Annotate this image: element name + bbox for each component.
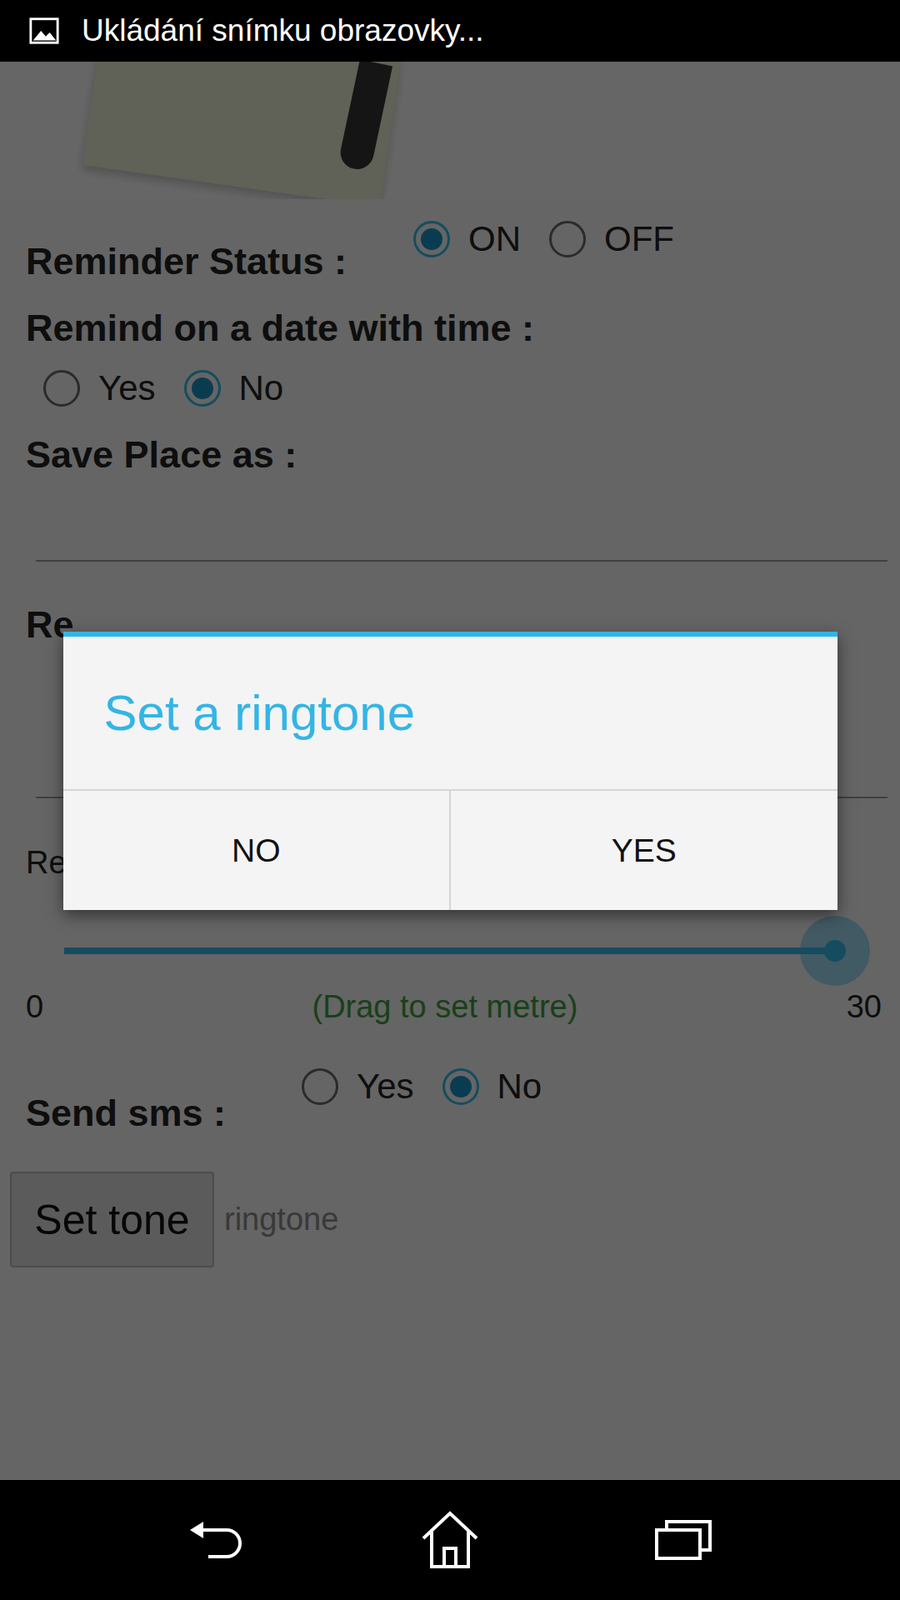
dialog-overlay: Set a ringtoneNOYES [0, 61, 900, 1480]
back-icon[interactable] [183, 1515, 250, 1565]
recents-icon[interactable] [650, 1515, 717, 1565]
status-bar: Ukládání snímku obrazovky... [0, 0, 900, 62]
ringtone-dialog: Set a ringtoneNOYES [63, 631, 838, 910]
image-icon [28, 15, 60, 47]
nav-bar [0, 1480, 900, 1600]
dialog-button[interactable]: YES [449, 790, 838, 910]
dialog-button[interactable]: NO [63, 790, 450, 910]
home-icon[interactable] [416, 1506, 484, 1574]
dialog-title: Set a ringtone [63, 636, 838, 791]
screen: Ukládání snímku obrazovky...Reminder Sta… [0, 0, 900, 1600]
status-text: Ukládání snímku obrazovky... [81, 13, 485, 49]
dialog-buttons: NOYES [63, 790, 838, 910]
